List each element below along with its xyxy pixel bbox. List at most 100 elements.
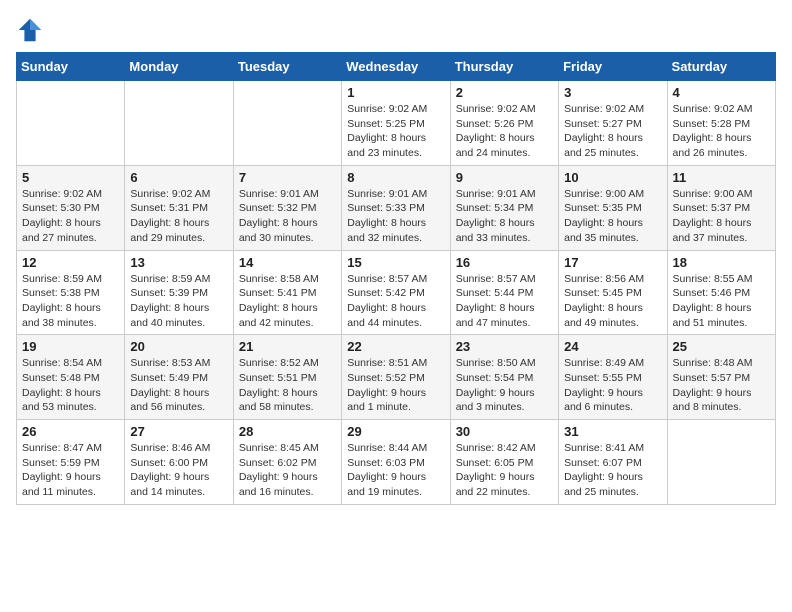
calendar-cell: 5 Sunrise: 9:02 AM Sunset: 5:30 PM Daylig…: [17, 165, 125, 250]
calendar-cell: 11Sunrise: 9:00 AM Sunset: 5:37 PM Dayli…: [667, 165, 775, 250]
day-number: 30: [456, 424, 553, 439]
day-info: Sunrise: 9:02 AM Sunset: 5:28 PM Dayligh…: [673, 102, 770, 161]
calendar-cell: 1 Sunrise: 9:02 AM Sunset: 5:25 PM Daylig…: [342, 81, 450, 166]
calendar-cell: 12 Sunrise: 8:59 AM Sunset: 5:38 PM Dayli…: [17, 250, 125, 335]
calendar-cell: 24 Sunrise: 8:49 AM Sunset: 5:55 PM Dayli…: [559, 335, 667, 420]
calendar-cell: 19Sunrise: 8:54 AM Sunset: 5:48 PM Dayli…: [17, 335, 125, 420]
day-info: Sunrise: 8:44 AM Sunset: 6:03 PM Dayligh…: [347, 441, 444, 500]
calendar-cell: 14 Sunrise: 8:58 AM Sunset: 5:41 PM Dayli…: [233, 250, 341, 335]
day-number: 31: [564, 424, 661, 439]
day-info: Sunrise: 9:00 AM Sunset: 5:35 PM Dayligh…: [564, 187, 661, 246]
day-number: 25: [673, 339, 770, 354]
day-info: Sunrise: 9:02 AM Sunset: 5:30 PM Dayligh…: [22, 187, 119, 246]
calendar-cell: 6 Sunrise: 9:02 AM Sunset: 5:31 PM Daylig…: [125, 165, 233, 250]
calendar-cell: 15 Sunrise: 8:57 AM Sunset: 5:42 PM Dayli…: [342, 250, 450, 335]
day-info: Sunrise: 8:55 AM Sunset: 5:46 PM Dayligh…: [673, 272, 770, 331]
day-info: Sunrise: 8:59 AM Sunset: 5:39 PM Dayligh…: [130, 272, 227, 331]
week-row-3: 12 Sunrise: 8:59 AM Sunset: 5:38 PM Dayli…: [17, 250, 776, 335]
page-header: [16, 16, 776, 44]
day-info: Sunrise: 8:41 AM Sunset: 6:07 PM Dayligh…: [564, 441, 661, 500]
calendar-cell: [17, 81, 125, 166]
day-info: Sunrise: 8:52 AM Sunset: 5:51 PM Dayligh…: [239, 356, 336, 415]
calendar-cell: 13 Sunrise: 8:59 AM Sunset: 5:39 PM Dayli…: [125, 250, 233, 335]
calendar-cell: 3 Sunrise: 9:02 AM Sunset: 5:27 PM Daylig…: [559, 81, 667, 166]
calendar-cell: 23 Sunrise: 8:50 AM Sunset: 5:54 PM Dayli…: [450, 335, 558, 420]
calendar-cell: 10 Sunrise: 9:00 AM Sunset: 5:35 PM Dayli…: [559, 165, 667, 250]
day-number: 6: [130, 170, 227, 185]
day-number: 13: [130, 255, 227, 270]
day-number: 17: [564, 255, 661, 270]
day-number: 10: [564, 170, 661, 185]
day-number: 28: [239, 424, 336, 439]
day-info: Sunrise: 8:57 AM Sunset: 5:42 PM Dayligh…: [347, 272, 444, 331]
day-number: 15: [347, 255, 444, 270]
day-number: 5: [22, 170, 119, 185]
calendar-header-row: SundayMondayTuesdayWednesdayThursdayFrid…: [17, 53, 776, 81]
calendar-cell: 20 Sunrise: 8:53 AM Sunset: 5:49 PM Dayli…: [125, 335, 233, 420]
day-info: Sunrise: 8:42 AM Sunset: 6:05 PM Dayligh…: [456, 441, 553, 500]
calendar-cell: 30 Sunrise: 8:42 AM Sunset: 6:05 PM Dayli…: [450, 420, 558, 505]
day-header-thursday: Thursday: [450, 53, 558, 81]
day-number: 14: [239, 255, 336, 270]
calendar-cell: 2 Sunrise: 9:02 AM Sunset: 5:26 PM Daylig…: [450, 81, 558, 166]
day-info: Sunrise: 8:49 AM Sunset: 5:55 PM Dayligh…: [564, 356, 661, 415]
week-row-4: 19Sunrise: 8:54 AM Sunset: 5:48 PM Dayli…: [17, 335, 776, 420]
calendar-cell: 25Sunrise: 8:48 AM Sunset: 5:57 PM Dayli…: [667, 335, 775, 420]
day-number: 7: [239, 170, 336, 185]
day-number: 9: [456, 170, 553, 185]
logo: [16, 16, 48, 44]
day-number: 18: [673, 255, 770, 270]
day-number: 24: [564, 339, 661, 354]
day-info: Sunrise: 9:02 AM Sunset: 5:26 PM Dayligh…: [456, 102, 553, 161]
calendar-cell: 4 Sunrise: 9:02 AM Sunset: 5:28 PM Daylig…: [667, 81, 775, 166]
day-info: Sunrise: 8:45 AM Sunset: 6:02 PM Dayligh…: [239, 441, 336, 500]
calendar-cell: [233, 81, 341, 166]
logo-icon: [16, 16, 44, 44]
day-number: 1: [347, 85, 444, 100]
calendar-cell: [125, 81, 233, 166]
day-info: Sunrise: 8:53 AM Sunset: 5:49 PM Dayligh…: [130, 356, 227, 415]
day-number: 3: [564, 85, 661, 100]
calendar-cell: 9Sunrise: 9:01 AM Sunset: 5:34 PM Daylig…: [450, 165, 558, 250]
day-info: Sunrise: 9:02 AM Sunset: 5:25 PM Dayligh…: [347, 102, 444, 161]
calendar-cell: 16Sunrise: 8:57 AM Sunset: 5:44 PM Dayli…: [450, 250, 558, 335]
day-info: Sunrise: 8:59 AM Sunset: 5:38 PM Dayligh…: [22, 272, 119, 331]
day-number: 19: [22, 339, 119, 354]
week-row-1: 1 Sunrise: 9:02 AM Sunset: 5:25 PM Daylig…: [17, 81, 776, 166]
calendar-table: SundayMondayTuesdayWednesdayThursdayFrid…: [16, 52, 776, 505]
day-number: 11: [673, 170, 770, 185]
day-info: Sunrise: 8:58 AM Sunset: 5:41 PM Dayligh…: [239, 272, 336, 331]
day-header-sunday: Sunday: [17, 53, 125, 81]
day-info: Sunrise: 8:57 AM Sunset: 5:44 PM Dayligh…: [456, 272, 553, 331]
day-info: Sunrise: 8:56 AM Sunset: 5:45 PM Dayligh…: [564, 272, 661, 331]
day-number: 23: [456, 339, 553, 354]
calendar-cell: 29Sunrise: 8:44 AM Sunset: 6:03 PM Dayli…: [342, 420, 450, 505]
day-number: 12: [22, 255, 119, 270]
calendar-cell: 31 Sunrise: 8:41 AM Sunset: 6:07 PM Dayli…: [559, 420, 667, 505]
day-header-tuesday: Tuesday: [233, 53, 341, 81]
day-header-wednesday: Wednesday: [342, 53, 450, 81]
day-header-saturday: Saturday: [667, 53, 775, 81]
calendar-cell: 27 Sunrise: 8:46 AM Sunset: 6:00 PM Dayli…: [125, 420, 233, 505]
day-number: 2: [456, 85, 553, 100]
calendar-cell: 7Sunrise: 9:01 AM Sunset: 5:32 PM Daylig…: [233, 165, 341, 250]
day-info: Sunrise: 8:46 AM Sunset: 6:00 PM Dayligh…: [130, 441, 227, 500]
day-number: 22: [347, 339, 444, 354]
week-row-5: 26Sunrise: 8:47 AM Sunset: 5:59 PM Dayli…: [17, 420, 776, 505]
day-info: Sunrise: 8:50 AM Sunset: 5:54 PM Dayligh…: [456, 356, 553, 415]
day-info: Sunrise: 8:51 AM Sunset: 5:52 PM Dayligh…: [347, 356, 444, 415]
day-info: Sunrise: 9:02 AM Sunset: 5:27 PM Dayligh…: [564, 102, 661, 161]
day-info: Sunrise: 9:01 AM Sunset: 5:33 PM Dayligh…: [347, 187, 444, 246]
day-number: 4: [673, 85, 770, 100]
calendar-cell: 8Sunrise: 9:01 AM Sunset: 5:33 PM Daylig…: [342, 165, 450, 250]
calendar-cell: 28 Sunrise: 8:45 AM Sunset: 6:02 PM Dayli…: [233, 420, 341, 505]
day-header-friday: Friday: [559, 53, 667, 81]
day-number: 21: [239, 339, 336, 354]
day-info: Sunrise: 8:47 AM Sunset: 5:59 PM Dayligh…: [22, 441, 119, 500]
day-number: 27: [130, 424, 227, 439]
day-info: Sunrise: 9:02 AM Sunset: 5:31 PM Dayligh…: [130, 187, 227, 246]
calendar-cell: 21 Sunrise: 8:52 AM Sunset: 5:51 PM Dayli…: [233, 335, 341, 420]
day-number: 20: [130, 339, 227, 354]
calendar-cell: 22 Sunrise: 8:51 AM Sunset: 5:52 PM Dayli…: [342, 335, 450, 420]
calendar-cell: 17 Sunrise: 8:56 AM Sunset: 5:45 PM Dayli…: [559, 250, 667, 335]
